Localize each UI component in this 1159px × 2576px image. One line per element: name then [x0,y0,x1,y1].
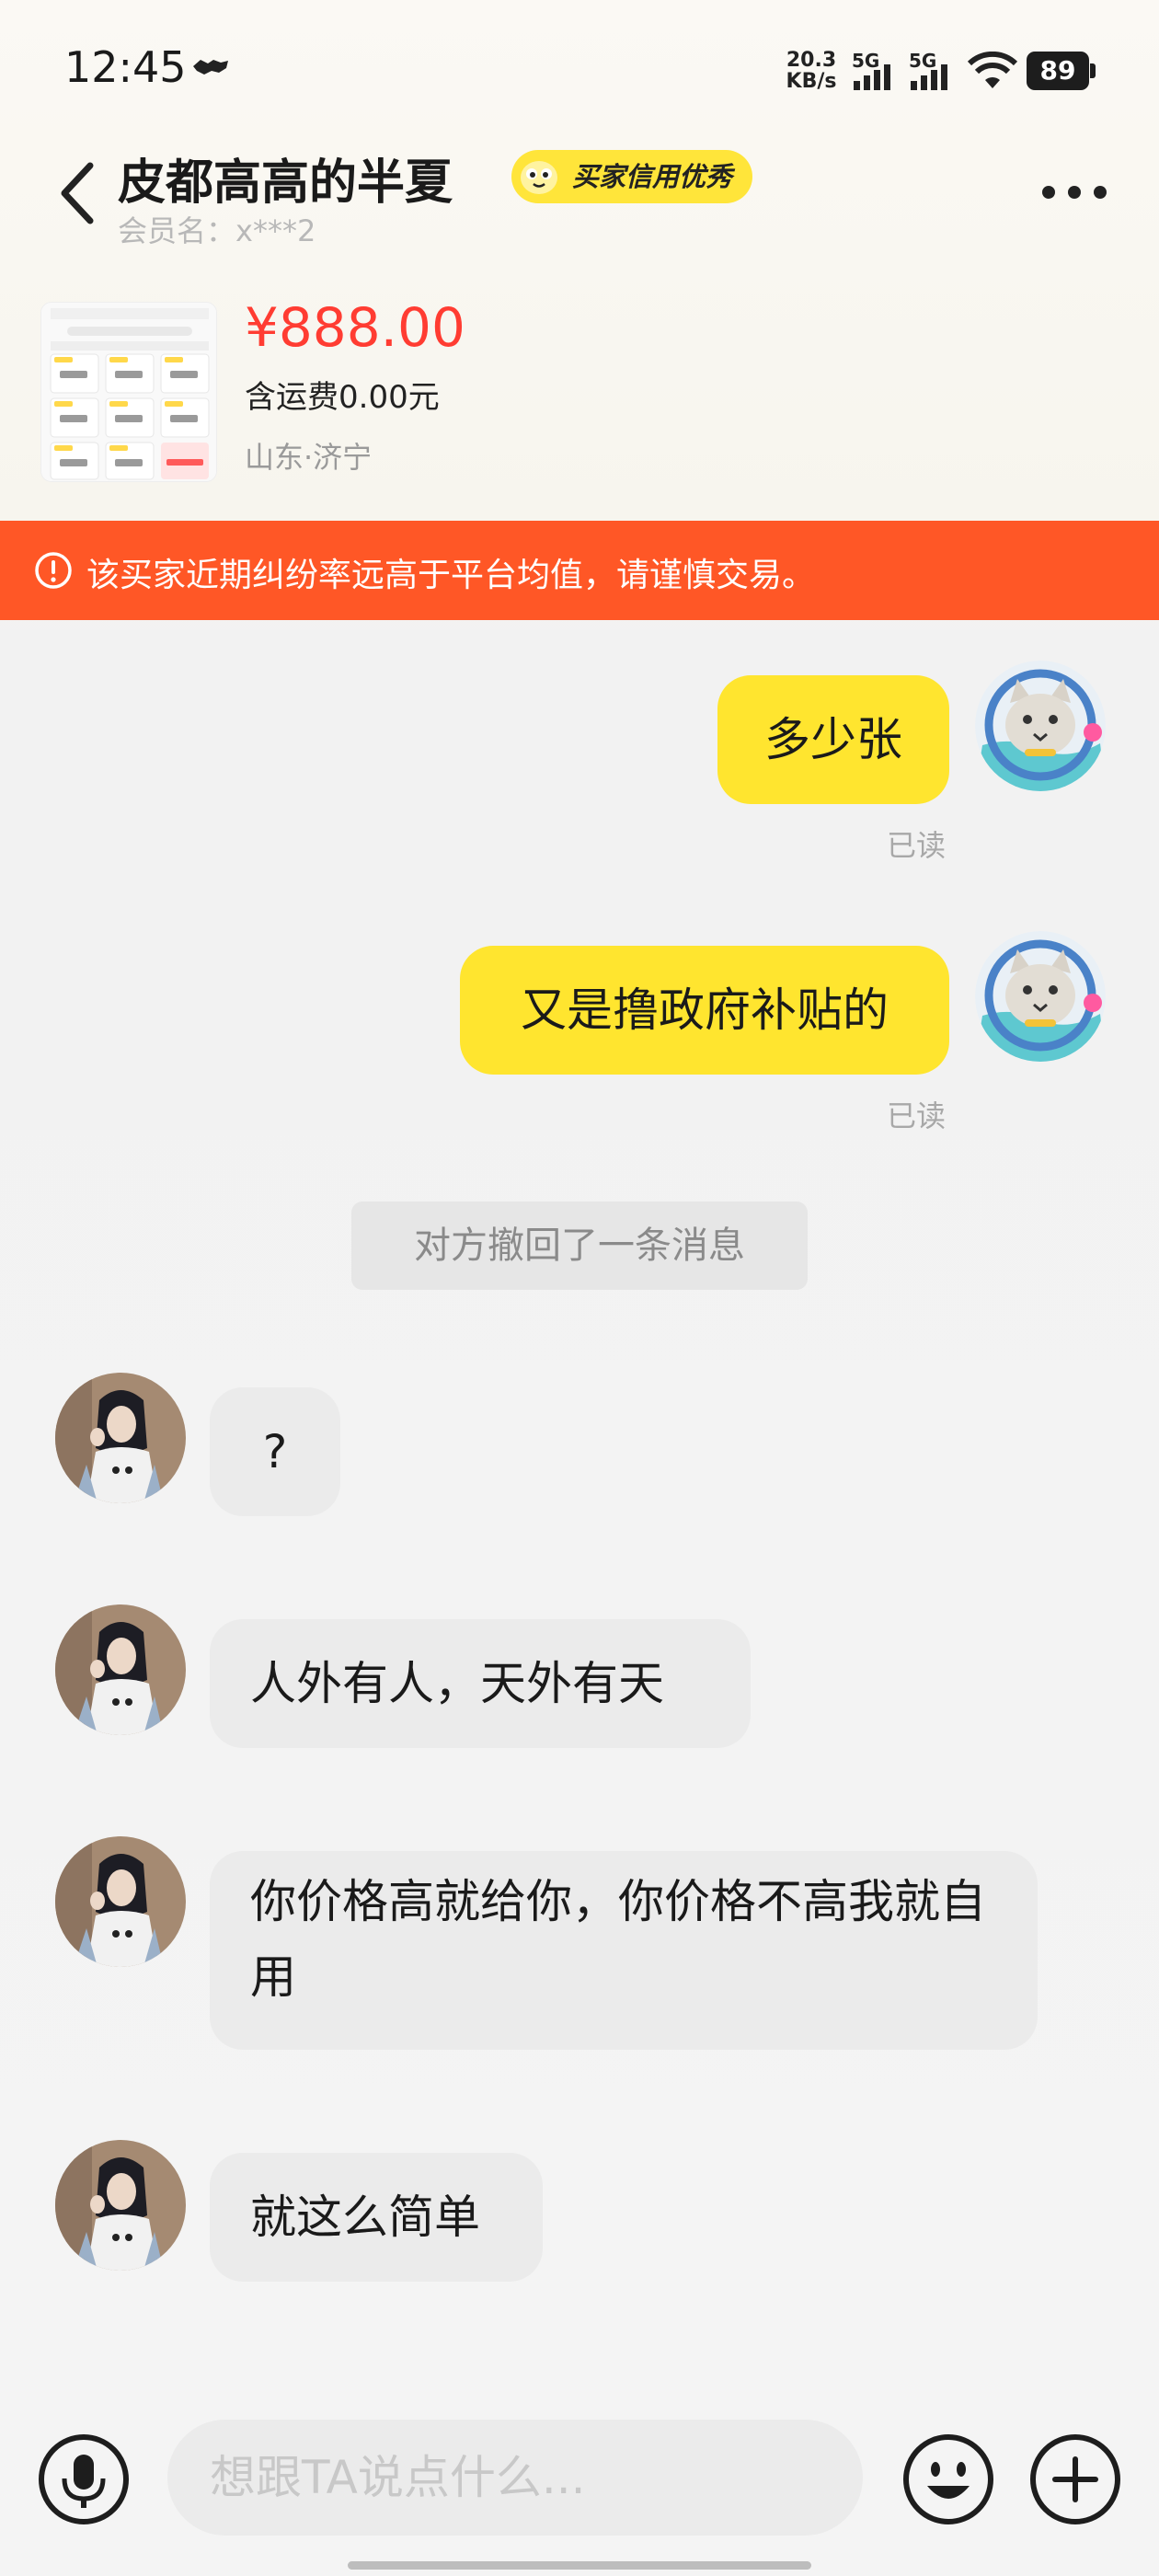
chat-screen: 12:45 20.3 KB/s 5G 5G 89 皮都高高的半夏 买家信用优秀 … [0,0,1159,2576]
warning-banner: 该买家近期纠纷率远高于平台均值，请谨慎交易。 [0,521,1159,620]
wifi-icon [968,52,1017,88]
buyer-message-bubble[interactable]: 你价格高就给你，你价格不高我就自用 [210,1851,1038,2050]
my-message-bubble[interactable]: 又是撸政府补贴的 [460,946,949,1075]
product-thumbnail[interactable] [40,302,217,482]
microphone-icon[interactable] [37,2432,131,2526]
exclamation-circle-icon [35,552,72,589]
buyer-message-bubble[interactable]: ? [210,1387,340,1516]
product-price: ¥888.00 [245,296,465,359]
signal-icon-sim2: 5G [909,50,957,90]
buyer-avatar[interactable] [55,1373,186,1503]
buyer-avatar[interactable] [55,1604,186,1735]
message-text: 多少张 [764,713,902,766]
buyer-message-bubble[interactable]: 就这么简单 [210,2153,543,2282]
buyer-message-bubble[interactable]: 人外有人，天外有天 [210,1619,751,1748]
battery-indicator: 89 [1027,52,1096,90]
credit-badge[interactable]: 买家信用优秀 [511,150,753,203]
plus-icon[interactable] [1028,2432,1122,2526]
message-text: ? [262,1425,288,1478]
shipping-fee: 含运费0.00元 [245,379,440,416]
buyer-avatar[interactable] [55,1836,186,1967]
signal-icon-sim1: 5G [852,50,900,90]
my-avatar[interactable] [975,661,1106,791]
message-text: 就这么简单 [250,2191,480,2244]
message-text: 你价格高就给你，你价格不高我就自用 [250,1875,986,2004]
message-text: 人外有人，天外有天 [250,1657,664,1710]
read-status: 已读 [887,1098,947,1133]
handshake-icon [193,60,228,75]
chevron-left-icon[interactable] [53,158,101,228]
emoji-icon[interactable] [901,2432,995,2526]
home-indicator[interactable] [348,2561,811,2570]
member-name: 会员名：x***2 [118,213,316,248]
credit-badge-label: 买家信用优秀 [572,161,733,192]
buyer-avatar[interactable] [55,2140,186,2271]
read-status: 已读 [887,828,947,863]
product-location: 山东·济宁 [245,440,373,475]
mascot-icon [521,161,557,194]
status-time: 12:45 [64,42,187,92]
recalled-message-notice: 对方撤回了一条消息 [351,1202,808,1290]
message-input[interactable] [167,2420,863,2536]
my-message-bubble[interactable]: 多少张 [717,675,949,804]
network-speed: 20.3 KB/s [786,49,837,93]
message-text: 又是撸政府补贴的 [521,983,889,1037]
seller-name[interactable]: 皮都高高的半夏 [118,144,453,213]
my-avatar[interactable] [975,931,1106,1062]
status-bar: 12:45 20.3 KB/s 5G 5G 89 [0,0,1159,138]
warning-text: 该买家近期纠纷率远高于平台均值，请谨慎交易。 [86,557,816,594]
more-dots-icon[interactable] [1038,180,1111,204]
